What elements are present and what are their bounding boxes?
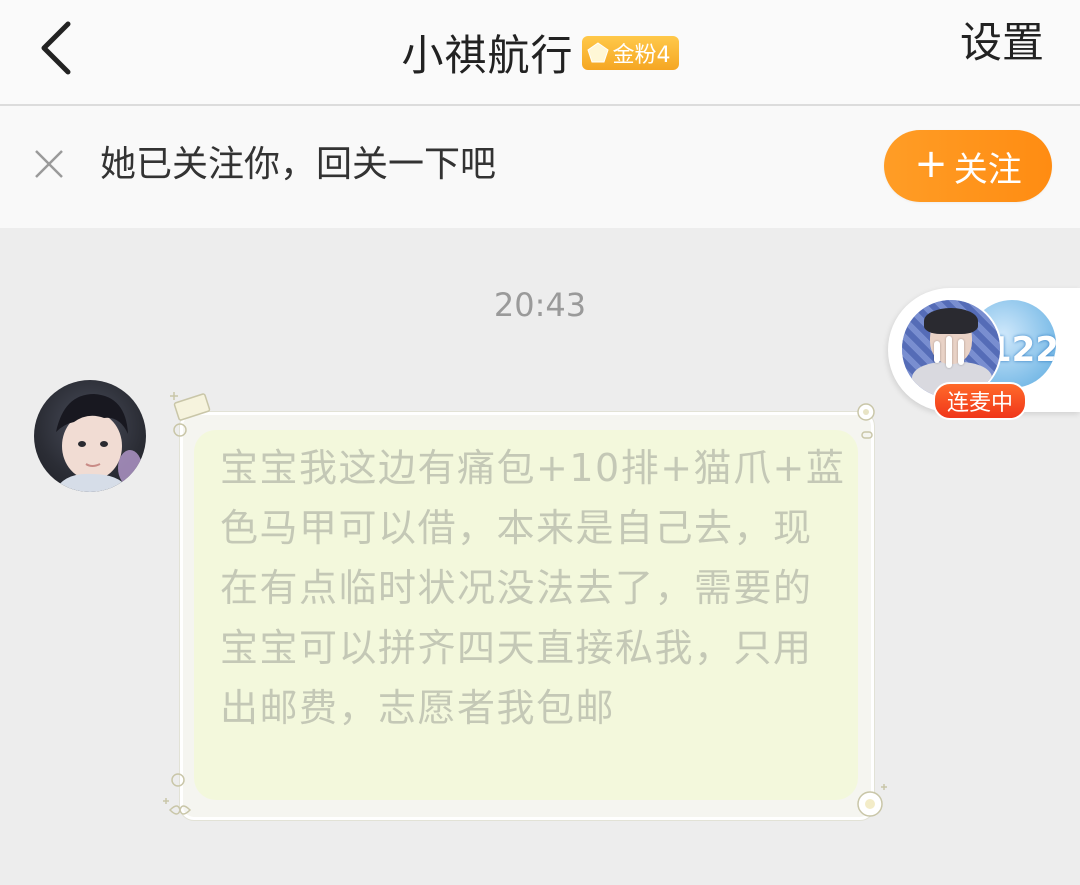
fan-level-badge: 金粉4 [581, 36, 679, 70]
settings-button[interactable]: 设置 [960, 18, 1044, 68]
close-icon [35, 150, 63, 178]
message-text: 宝宝我这边有痛包+10排+猫爪+蓝色马甲可以借，本来是自己去，现在有点临时状况没… [220, 446, 846, 730]
follow-button[interactable]: + 关注 [884, 130, 1052, 202]
audio-bars-icon [934, 336, 964, 368]
plus-icon: + [914, 141, 948, 187]
gem-icon [586, 42, 609, 63]
live-status-badge: 连麦中 [933, 382, 1027, 420]
follow-back-text: 她已关注你，回关一下吧 [100, 144, 497, 185]
follow-button-label: 关注 [953, 149, 1022, 190]
top-nav-bar: 小祺航行 金粉4 设置 [0, 0, 1080, 106]
page-title: 小祺航行 [401, 30, 574, 80]
sender-avatar[interactable] [34, 380, 146, 492]
close-banner-button[interactable] [33, 148, 65, 180]
avatar-image [54, 394, 142, 492]
badge-label: 金粉4 [612, 43, 671, 68]
title-area: 小祺航行 金粉4 [0, 0, 1080, 104]
